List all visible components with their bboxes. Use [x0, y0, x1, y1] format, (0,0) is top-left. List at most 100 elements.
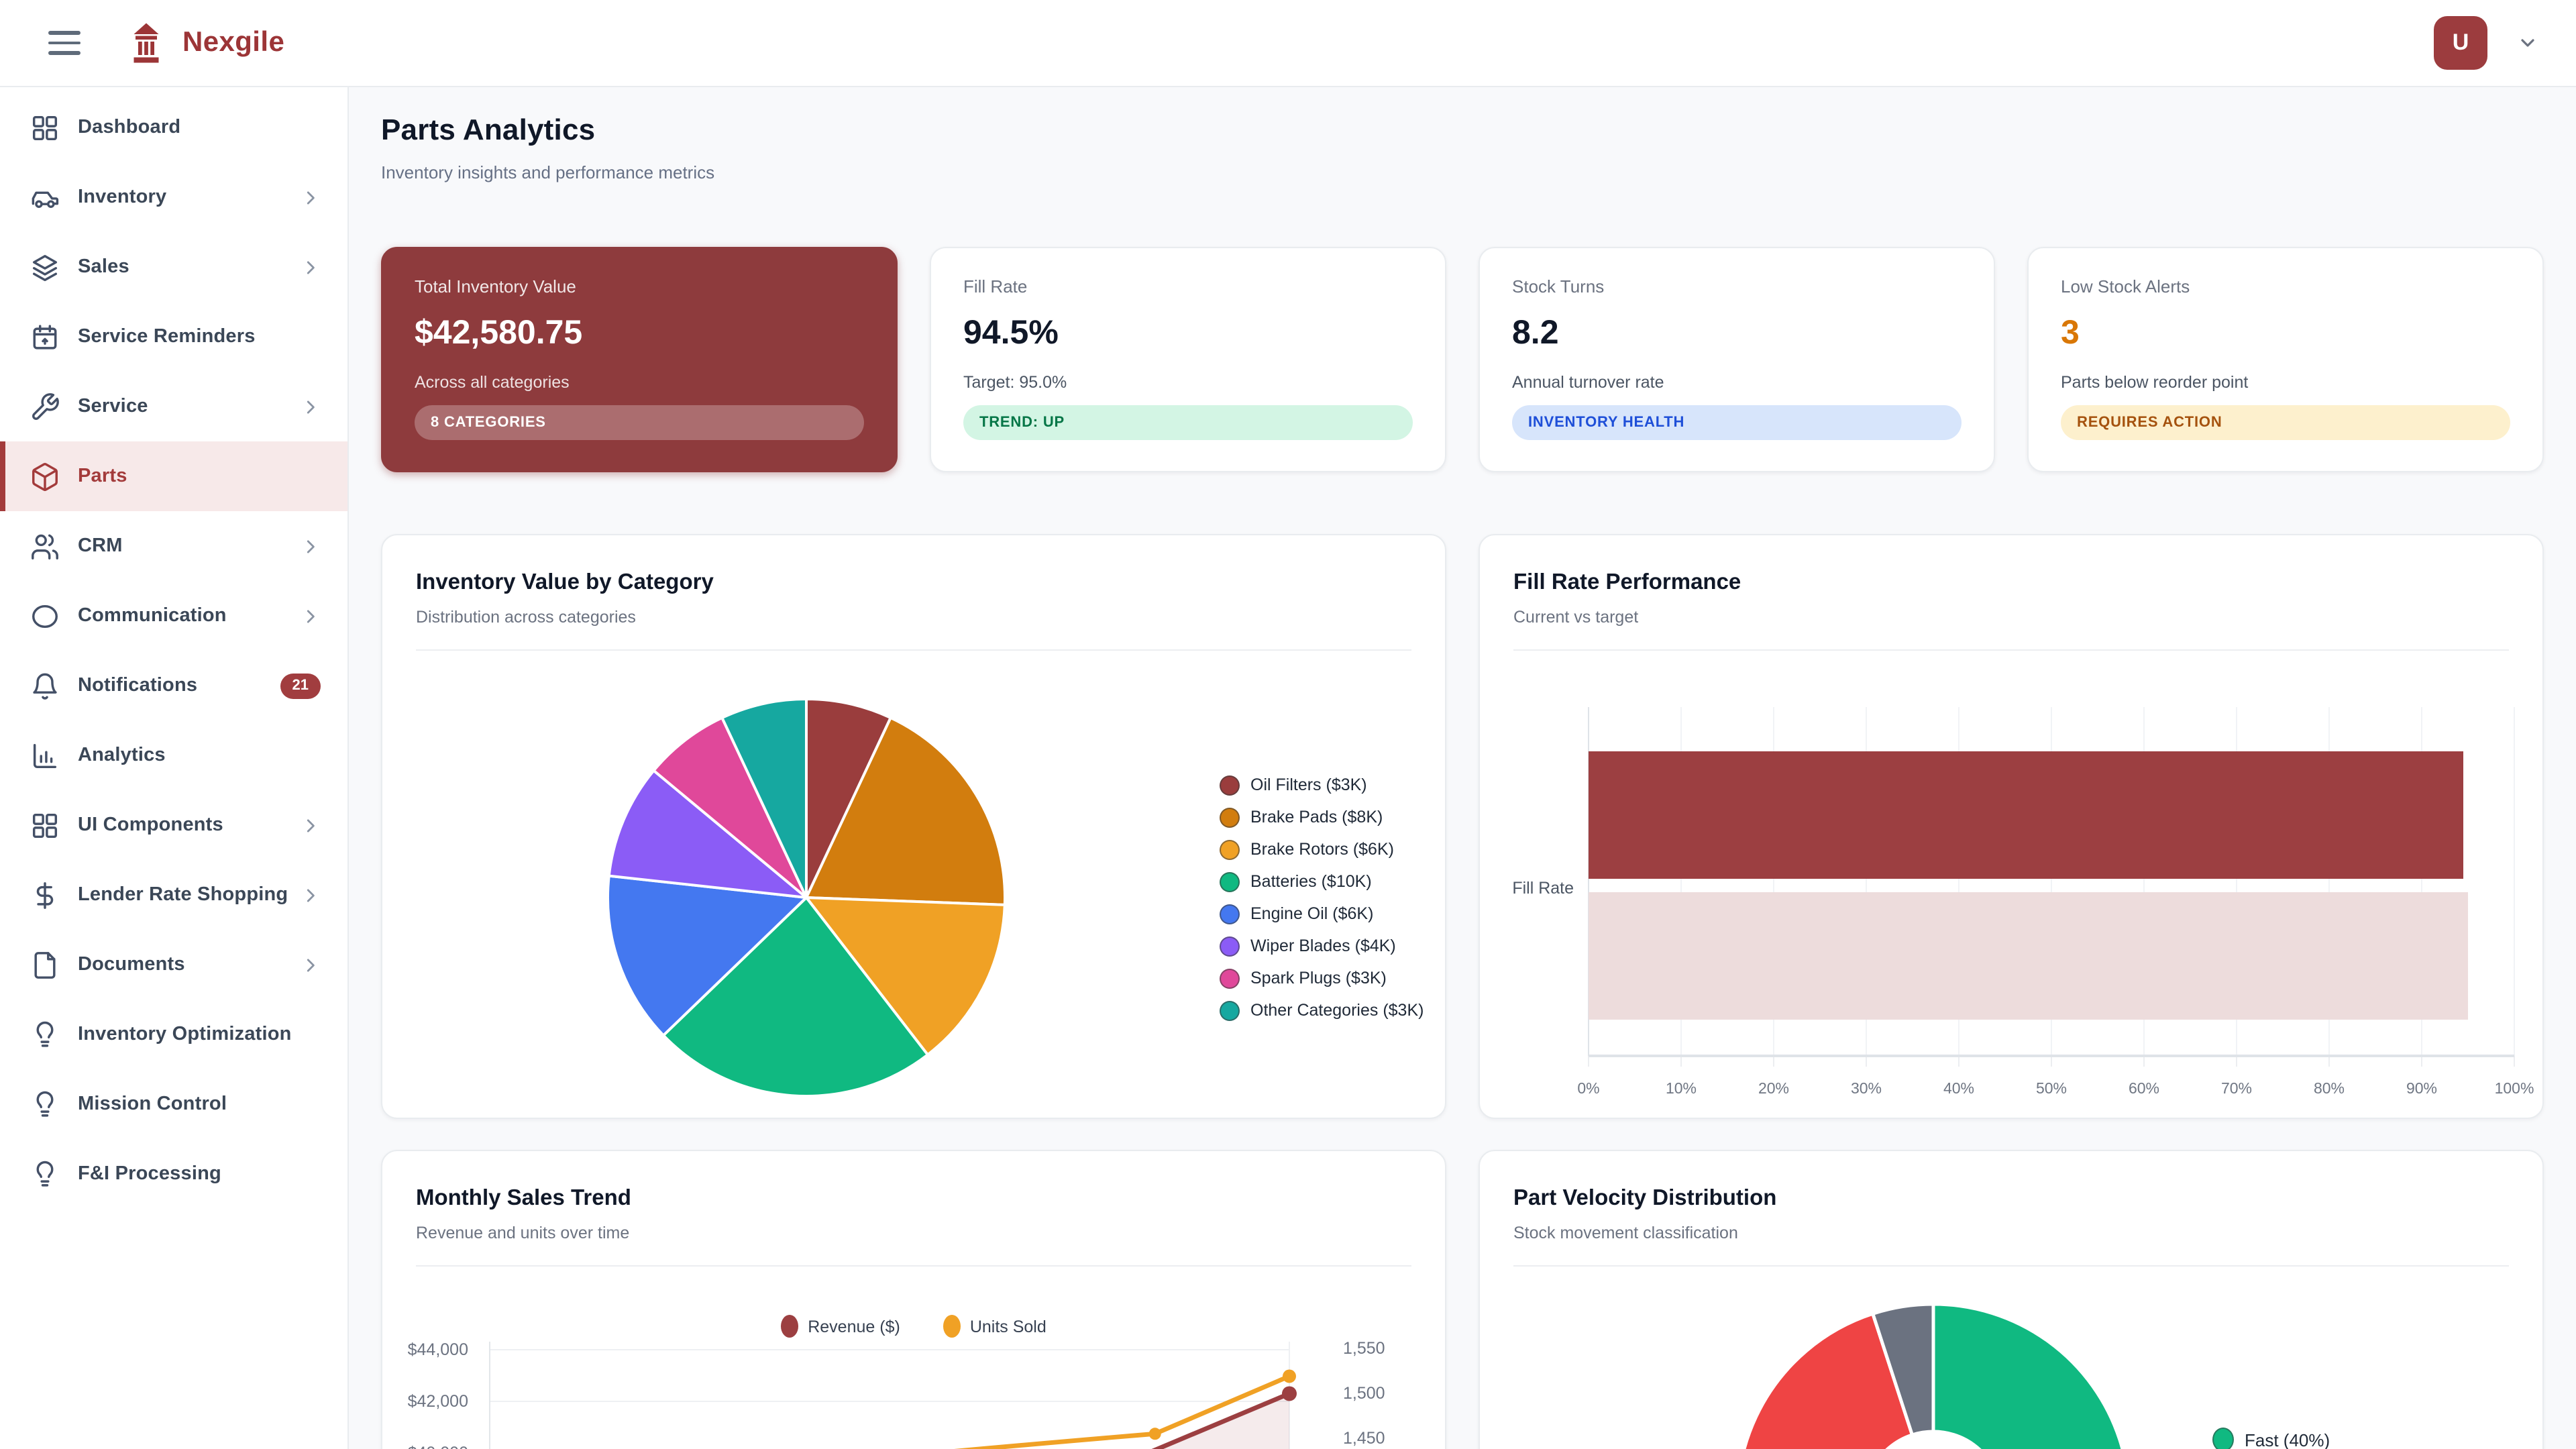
sidebar-item-mission-control[interactable]: Mission Control — [0, 1069, 347, 1139]
sidebar-item-analytics[interactable]: Analytics — [0, 720, 347, 790]
sidebar-item-crm[interactable]: CRM — [0, 511, 347, 581]
legend-swatch — [1220, 807, 1240, 827]
sidebar-item-dashboard[interactable]: Dashboard — [0, 93, 347, 162]
legend-label: Batteries ($10K) — [1250, 872, 1372, 891]
car-icon — [30, 182, 60, 213]
bell-icon — [30, 670, 60, 701]
sidebar-item-communication[interactable]: Communication — [0, 581, 347, 651]
legend-swatch — [1220, 775, 1240, 795]
svg-text:20%: 20% — [1758, 1079, 1789, 1097]
calendar-icon — [30, 321, 60, 352]
svg-text:70%: 70% — [2221, 1079, 2252, 1097]
page-title: Parts Analytics — [381, 113, 596, 146]
legend-swatch — [943, 1315, 961, 1338]
kpi-label: Total Inventory Value — [415, 276, 576, 297]
legend-item: Brake Pads ($8K) — [1220, 801, 1424, 833]
user-avatar[interactable]: U — [2434, 16, 2487, 70]
brand-name: Nexgile — [182, 27, 285, 58]
legend-swatch — [1220, 839, 1240, 859]
svg-text:$44,000: $44,000 — [408, 1340, 468, 1359]
bank-logo-icon — [126, 21, 166, 64]
legend-swatch — [1220, 904, 1240, 924]
sidebar-item-label: Inventory — [78, 186, 167, 208]
sidebar-item-fi-processing[interactable]: F&I Processing — [0, 1139, 347, 1209]
sidebar-item-label: Inventory Optimization — [78, 1024, 292, 1045]
card-subtitle: Stock movement classification — [1513, 1224, 1738, 1242]
legend-swatch — [781, 1315, 799, 1338]
sidebar-item-service[interactable]: Service — [0, 372, 347, 441]
legend-swatch — [1220, 871, 1240, 892]
legend-label: Revenue ($) — [808, 1317, 900, 1336]
sidebar-item-label: Parts — [78, 466, 127, 487]
sidebar-item-notifications[interactable]: Notifications 21 — [0, 651, 347, 720]
sidebar-item-inventory-optimization[interactable]: Inventory Optimization — [0, 1000, 347, 1069]
brand[interactable]: Nexgile — [126, 21, 284, 64]
sidebar-item-inventory[interactable]: Inventory — [0, 162, 347, 232]
sidebar-item-sales[interactable]: Sales — [0, 232, 347, 302]
bar-chart-icon — [30, 740, 60, 771]
legend-item: Brake Rotors ($6K) — [1220, 833, 1424, 865]
app-root: Nexgile U Dashboard Inventory Sales Service… — [0, 0, 2576, 1449]
pie-chart: Oil Filters ($3K) Brake Pads ($8K) Brake R… — [382, 651, 1445, 1138]
chevron-right-icon — [301, 955, 321, 975]
legend-item: Units Sold — [943, 1315, 1046, 1338]
legend-label: Wiper Blades ($4K) — [1250, 936, 1396, 955]
sidebar-nav: Dashboard Inventory Sales Service Reminders… — [0, 86, 349, 1449]
bulb-icon — [30, 1159, 60, 1189]
svg-text:1,500: 1,500 — [1343, 1384, 1385, 1403]
legend-item: Batteries ($10K) — [1220, 865, 1424, 898]
sidebar-item-lender-rate-shopping[interactable]: Lender Rate Shopping — [0, 860, 347, 930]
svg-text:10%: 10% — [1666, 1079, 1697, 1097]
card-part-velocity-distribution: Part Velocity Distribution Stock movemen… — [1479, 1150, 2544, 1449]
svg-text:50%: 50% — [2036, 1079, 2067, 1097]
pie-legend: Oil Filters ($3K) Brake Pads ($8K) Brake R… — [1220, 769, 1424, 1026]
svg-text:90%: 90% — [2406, 1079, 2437, 1097]
donut-legend: Fast (40%) — [2212, 1428, 2330, 1449]
chevron-down-icon[interactable] — [2517, 32, 2538, 54]
file-icon — [30, 949, 60, 980]
grid-icon — [30, 810, 60, 841]
sidebar-item-parts[interactable]: Parts — [0, 441, 347, 511]
svg-text:$42,000: $42,000 — [408, 1392, 468, 1411]
legend-item: Revenue ($) — [781, 1315, 900, 1338]
bar-chart: 0% 10% 20% 30% 40% 50% 60% 70% 80% 90% 100% Fill Ra… — [1480, 651, 2542, 1138]
hamburger-menu-icon[interactable] — [48, 31, 80, 55]
legend-swatch — [1220, 968, 1240, 988]
bar-current — [1589, 751, 2463, 879]
kpi-note: Target: 95.0% — [963, 373, 1067, 392]
card-subtitle: Current vs target — [1513, 608, 1639, 627]
legend-label: Units Sold — [969, 1317, 1046, 1336]
legend-label: Brake Pads ($8K) — [1250, 808, 1383, 826]
card-title: Fill Rate Performance — [1513, 570, 1741, 594]
sidebar-item-label: UI Components — [78, 814, 223, 836]
kpi-badge: TREND: UP — [963, 405, 1413, 440]
dollar-icon — [30, 879, 60, 910]
sidebar-item-ui-components[interactable]: UI Components — [0, 790, 347, 860]
sidebar-item-label: F&I Processing — [78, 1163, 221, 1185]
chevron-right-icon — [301, 815, 321, 835]
kpi-card-low-stock-alerts: Low Stock Alerts 3 Parts below reorder poi… — [2027, 247, 2544, 472]
sidebar-item-documents[interactable]: Documents — [0, 930, 347, 1000]
legend-item: Engine Oil ($6K) — [1220, 898, 1424, 930]
revenue-point-last — [1282, 1386, 1297, 1401]
svg-text:1,450: 1,450 — [1343, 1429, 1385, 1448]
sidebar-item-label: Notifications — [78, 675, 198, 696]
sidebar-item-service-reminders[interactable]: Service Reminders — [0, 302, 347, 372]
page-subtitle: Inventory insights and performance metri… — [381, 162, 715, 182]
card-subtitle: Revenue and units over time — [416, 1224, 630, 1242]
kpi-badge: INVENTORY HEALTH — [1512, 405, 1962, 440]
bulb-icon — [30, 1089, 60, 1120]
svg-text:30%: 30% — [1851, 1079, 1882, 1097]
legend-label: Other Categories ($3K) — [1250, 1001, 1424, 1020]
kpi-card-total-inventory-value: Total Inventory Value $42,580.75 Across al… — [381, 247, 898, 472]
kpi-card-fill-rate: Fill Rate 94.5% Target: 95.0% TREND: UP — [930, 247, 1446, 472]
card-title: Monthly Sales Trend — [416, 1186, 631, 1210]
grid-icon — [30, 112, 60, 143]
kpi-row: Total Inventory Value $42,580.75 Across al… — [381, 247, 2544, 472]
chevron-right-icon — [301, 257, 321, 277]
kpi-label: Stock Turns — [1512, 276, 1605, 297]
box-icon — [30, 461, 60, 492]
units-point-last — [1283, 1369, 1296, 1383]
circle-icon — [30, 600, 60, 631]
wrench-icon — [30, 391, 60, 422]
